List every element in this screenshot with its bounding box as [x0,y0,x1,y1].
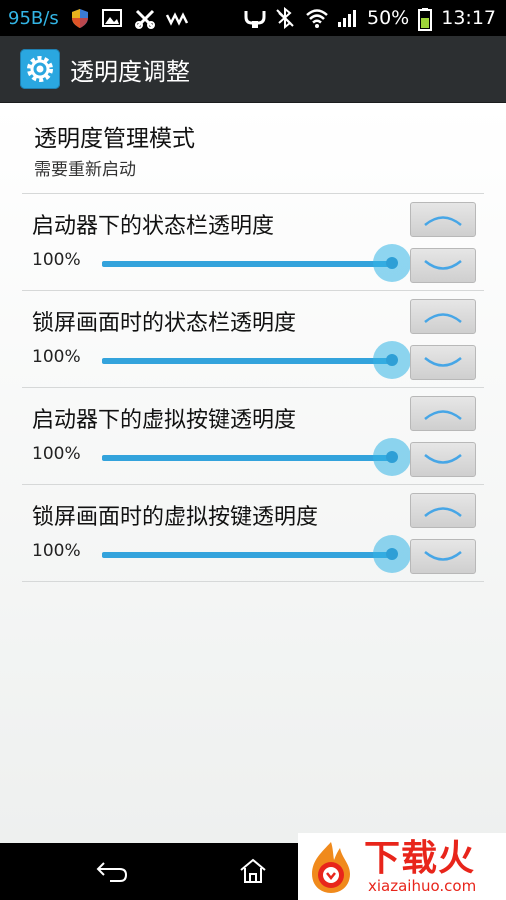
item-value: 100% [32,250,81,270]
image-icon [101,7,123,29]
decrease-button[interactable] [410,345,476,380]
slider-thumb[interactable] [373,341,411,379]
walkman-icon [165,7,188,29]
slider-thumb[interactable] [373,535,411,573]
navkeys-lockscreen-transparency: 锁屏画面时的虚拟按键透明度 100% [22,485,484,582]
setting-title: 透明度管理模式 [34,126,195,152]
slider-fill [102,552,392,558]
transparency-mode-setting[interactable]: 透明度管理模式 需要重新启动 [22,103,484,194]
watermark: 下载火 xiazaihuo.com [298,833,506,900]
item-value: 100% [32,347,81,367]
battery-percent: 50% [367,7,410,29]
slider-thumb[interactable] [373,438,411,476]
network-speed: 95B/s [8,7,59,29]
item-label: 锁屏画面时的虚拟按键透明度 [32,505,319,530]
status-bar: 95B/s 50% 13:17 [0,0,506,36]
slider-fill [102,358,392,364]
transparency-slider[interactable] [102,438,411,476]
slider-fill [102,455,392,461]
item-label: 启动器下的虚拟按键透明度 [32,408,297,433]
wifi-icon [305,7,328,29]
item-value: 100% [32,444,81,464]
page-title: 透明度调整 [70,57,190,86]
decrease-button[interactable] [410,442,476,477]
flame-logo-icon [302,838,360,896]
increase-button[interactable] [410,299,476,334]
signal-icon [336,7,358,29]
settings-icon[interactable] [20,49,60,89]
navkeys-launcher-transparency: 启动器下的虚拟按键透明度 100% [22,388,484,485]
home-icon[interactable] [238,857,268,889]
transparency-slider[interactable] [102,535,411,573]
item-label: 锁屏画面时的状态栏透明度 [32,311,297,336]
statusbar-launcher-transparency: 启动器下的状态栏透明度 100% [22,194,484,291]
decrease-button[interactable] [410,539,476,574]
clock: 13:17 [441,7,496,29]
bluetooth-off-icon [274,6,296,30]
shield-icon [69,7,91,29]
transparency-slider[interactable] [102,244,411,282]
item-value: 100% [32,541,81,561]
decrease-button[interactable] [410,248,476,283]
settings-list: 透明度管理模式 需要重新启动 启动器下的状态栏透明度 100% 锁屏画面时的状态… [0,103,506,843]
increase-button[interactable] [410,493,476,528]
usb-icon [243,7,266,29]
action-bar: 透明度调整 [0,36,506,104]
statusbar-lockscreen-transparency: 锁屏画面时的状态栏透明度 100% [22,291,484,388]
battery-icon [418,7,433,31]
slider-thumb[interactable] [373,244,411,282]
setting-subtitle: 需要重新启动 [34,160,136,180]
slider-fill [102,261,392,267]
back-icon[interactable] [96,859,130,889]
tools-icon [133,7,155,29]
increase-button[interactable] [410,202,476,237]
watermark-brand: 下载火 [364,837,476,879]
increase-button[interactable] [410,396,476,431]
watermark-url: xiazaihuo.com [368,876,477,895]
transparency-slider[interactable] [102,341,411,379]
item-label: 启动器下的状态栏透明度 [32,214,275,239]
